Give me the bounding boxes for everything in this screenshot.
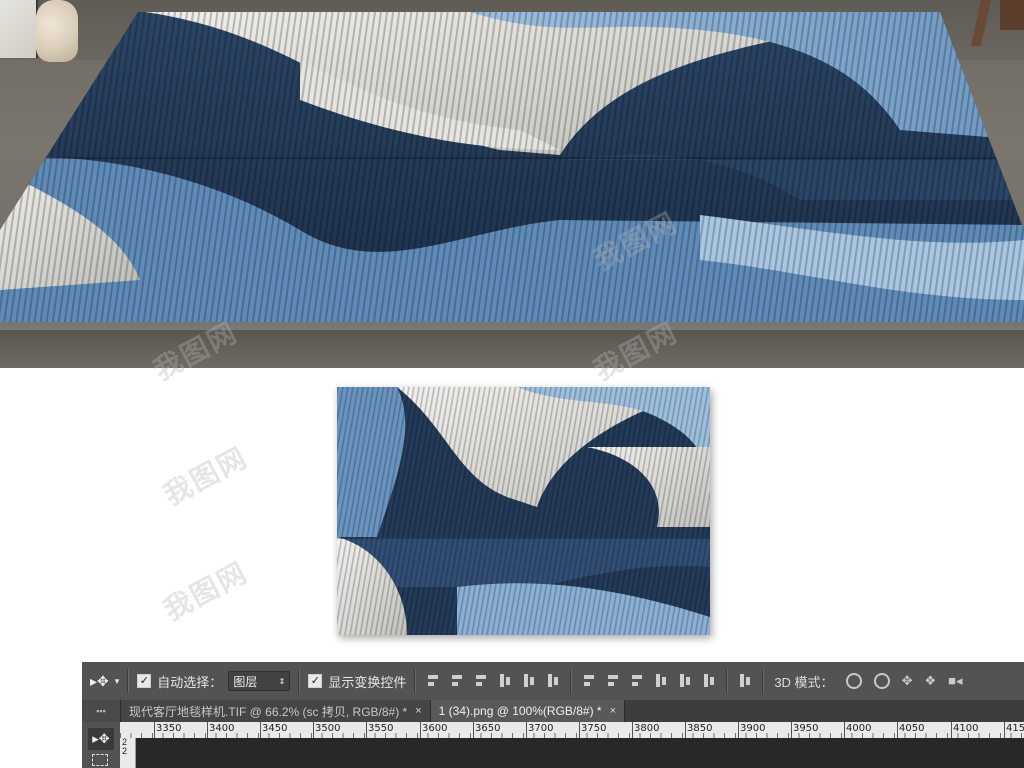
3d-roll-icon[interactable] (873, 673, 890, 689)
ruler-major-tick (366, 722, 367, 738)
ruler-label: 3650 (475, 723, 501, 734)
ruler-label: 3450 (262, 723, 288, 734)
rug-design-preview (337, 387, 710, 635)
distribute-vcenter-icon[interactable] (606, 673, 620, 689)
auto-select-group: ✓ 自动选择： 图层 ⇕ (129, 662, 298, 700)
auto-select-target-value: 图层 (233, 674, 258, 689)
ruler-major-tick (897, 722, 898, 738)
show-transform-checkbox[interactable]: ✓ (308, 674, 323, 688)
ruler-major-tick (951, 722, 952, 738)
tab-mockup-document[interactable]: 现代客厅地毯样机.TIF @ 66.2% (sc 拷贝, RGB/8#) * × (121, 700, 431, 722)
ruler-major-tick (260, 722, 261, 738)
ruler-major-tick (579, 722, 580, 738)
show-transform-group: ✓ 显示变换控件 (300, 662, 414, 700)
distribute-buttons (572, 673, 726, 689)
show-transform-label: 显示变换控件 (328, 674, 407, 690)
canvas-area[interactable] (136, 738, 1024, 768)
3d-scale-icon[interactable]: ■◂ (948, 673, 962, 689)
watermark: 我图网 (158, 441, 253, 512)
ruler-label: 4150 (1006, 723, 1024, 734)
3d-slide-icon[interactable]: ❖ (924, 673, 936, 689)
watermark: 我图网 (158, 556, 253, 627)
tab-title: 现代客厅地毯样机.TIF @ 66.2% (sc 拷贝, RGB/8#) * (129, 704, 408, 719)
ruler-label: 4000 (846, 723, 872, 734)
move-tool-preset[interactable]: ▸✥ ▾ (82, 662, 127, 700)
toolbox: ▸✥ (82, 722, 121, 768)
3d-mode-label: 3D 模式： (774, 674, 834, 690)
room-scene-photo (0, 0, 1024, 368)
ruler-label: 3800 (634, 723, 660, 734)
ruler-major-tick (207, 722, 208, 738)
3d-rotate-icon[interactable] (845, 673, 862, 689)
options-bar: ▸✥ ▾ ✓ 自动选择： 图层 ⇕ ✓ 显示变换控件 3D 模式： ✥ ❖ ■◂ (82, 662, 1024, 701)
auto-select-label: 自动选择： (157, 674, 223, 690)
rug-pattern (337, 387, 710, 635)
ruler-label: 3950 (793, 723, 819, 734)
ruler-label: 4050 (899, 723, 925, 734)
distribute-bottom-icon[interactable] (630, 673, 644, 689)
align-right-edges-icon[interactable] (546, 673, 560, 689)
align-vertical-centers-icon[interactable] (450, 673, 464, 689)
marquee-tool-icon[interactable] (92, 754, 108, 766)
move-tool-icon[interactable]: ▸✥ (88, 728, 114, 750)
ruler-major-tick (791, 722, 792, 738)
floor-shadow (0, 322, 1024, 368)
align-left-edges-icon[interactable] (498, 673, 512, 689)
3d-mode-group: 3D 模式： ✥ ❖ ■◂ (764, 672, 963, 691)
ruler-ticks (120, 722, 1024, 738)
distribute-left-icon[interactable] (654, 673, 668, 689)
ruler-major-tick (420, 722, 421, 738)
ruler-label: 3350 (156, 723, 182, 734)
ruler-label: 3400 (209, 723, 235, 734)
ruler-major-tick (738, 722, 739, 738)
ruler-major-tick (844, 722, 845, 738)
auto-align-group (728, 673, 762, 689)
rug-in-room (0, 12, 1024, 330)
vertical-ruler-label: 2 (122, 746, 128, 756)
ruler-label: 3700 (528, 723, 554, 734)
ruler-label: 4100 (953, 723, 979, 734)
3d-drag-icon[interactable]: ✥ (902, 673, 913, 689)
distribute-top-icon[interactable] (582, 673, 596, 689)
ruler-major-tick (685, 722, 686, 738)
vertical-ruler: 2 2 (120, 738, 136, 768)
close-icon[interactable]: × (610, 705, 616, 717)
align-bottom-edges-icon[interactable] (474, 673, 488, 689)
ruler-label: 3500 (315, 723, 341, 734)
align-top-edges-icon[interactable] (426, 673, 440, 689)
distribute-hcenter-icon[interactable] (678, 673, 692, 689)
distribute-right-icon[interactable] (702, 673, 716, 689)
ruler-label: 3550 (368, 723, 394, 734)
ruler-label: 3750 (581, 723, 607, 734)
align-buttons (416, 673, 570, 689)
tab-title: 1 (34).png @ 100%(RGB/8#) * (438, 704, 602, 718)
ruler-major-tick (154, 722, 155, 738)
auto-align-layers-icon[interactable] (738, 673, 752, 689)
document-tabs: ▪▪▪ 现代客厅地毯样机.TIF @ 66.2% (sc 拷贝, RGB/8#)… (82, 700, 1024, 722)
align-horizontal-centers-icon[interactable] (522, 673, 536, 689)
move-tool-icon: ▸✥ (90, 672, 109, 689)
ruler-label: 3900 (740, 723, 766, 734)
toolbox-grip[interactable]: ▪▪▪ (82, 700, 121, 722)
auto-select-checkbox[interactable]: ✓ (137, 674, 152, 688)
ruler-major-tick (473, 722, 474, 738)
ruler-major-tick (1004, 722, 1005, 738)
auto-select-target-dropdown[interactable]: 图层 ⇕ (228, 671, 291, 691)
close-icon[interactable]: × (415, 705, 421, 717)
ruler-major-tick (526, 722, 527, 738)
horizontal-ruler: 3350 3400 3450 3500 3550 3600 3650 3700 3750 3800… (120, 722, 1024, 739)
ruler-label: 3600 (422, 723, 448, 734)
tab-png-document[interactable]: 1 (34).png @ 100%(RGB/8#) * × (430, 700, 626, 722)
updown-arrows-icon: ⇕ (278, 676, 286, 686)
ruler-major-tick (632, 722, 633, 738)
ruler-label: 3850 (687, 723, 713, 734)
photoshop-window: ▸✥ ▾ ✓ 自动选择： 图层 ⇕ ✓ 显示变换控件 3D 模式： ✥ ❖ ■◂… (82, 662, 1024, 768)
ruler-major-tick (313, 722, 314, 738)
chevron-down-icon: ▾ (114, 675, 120, 686)
